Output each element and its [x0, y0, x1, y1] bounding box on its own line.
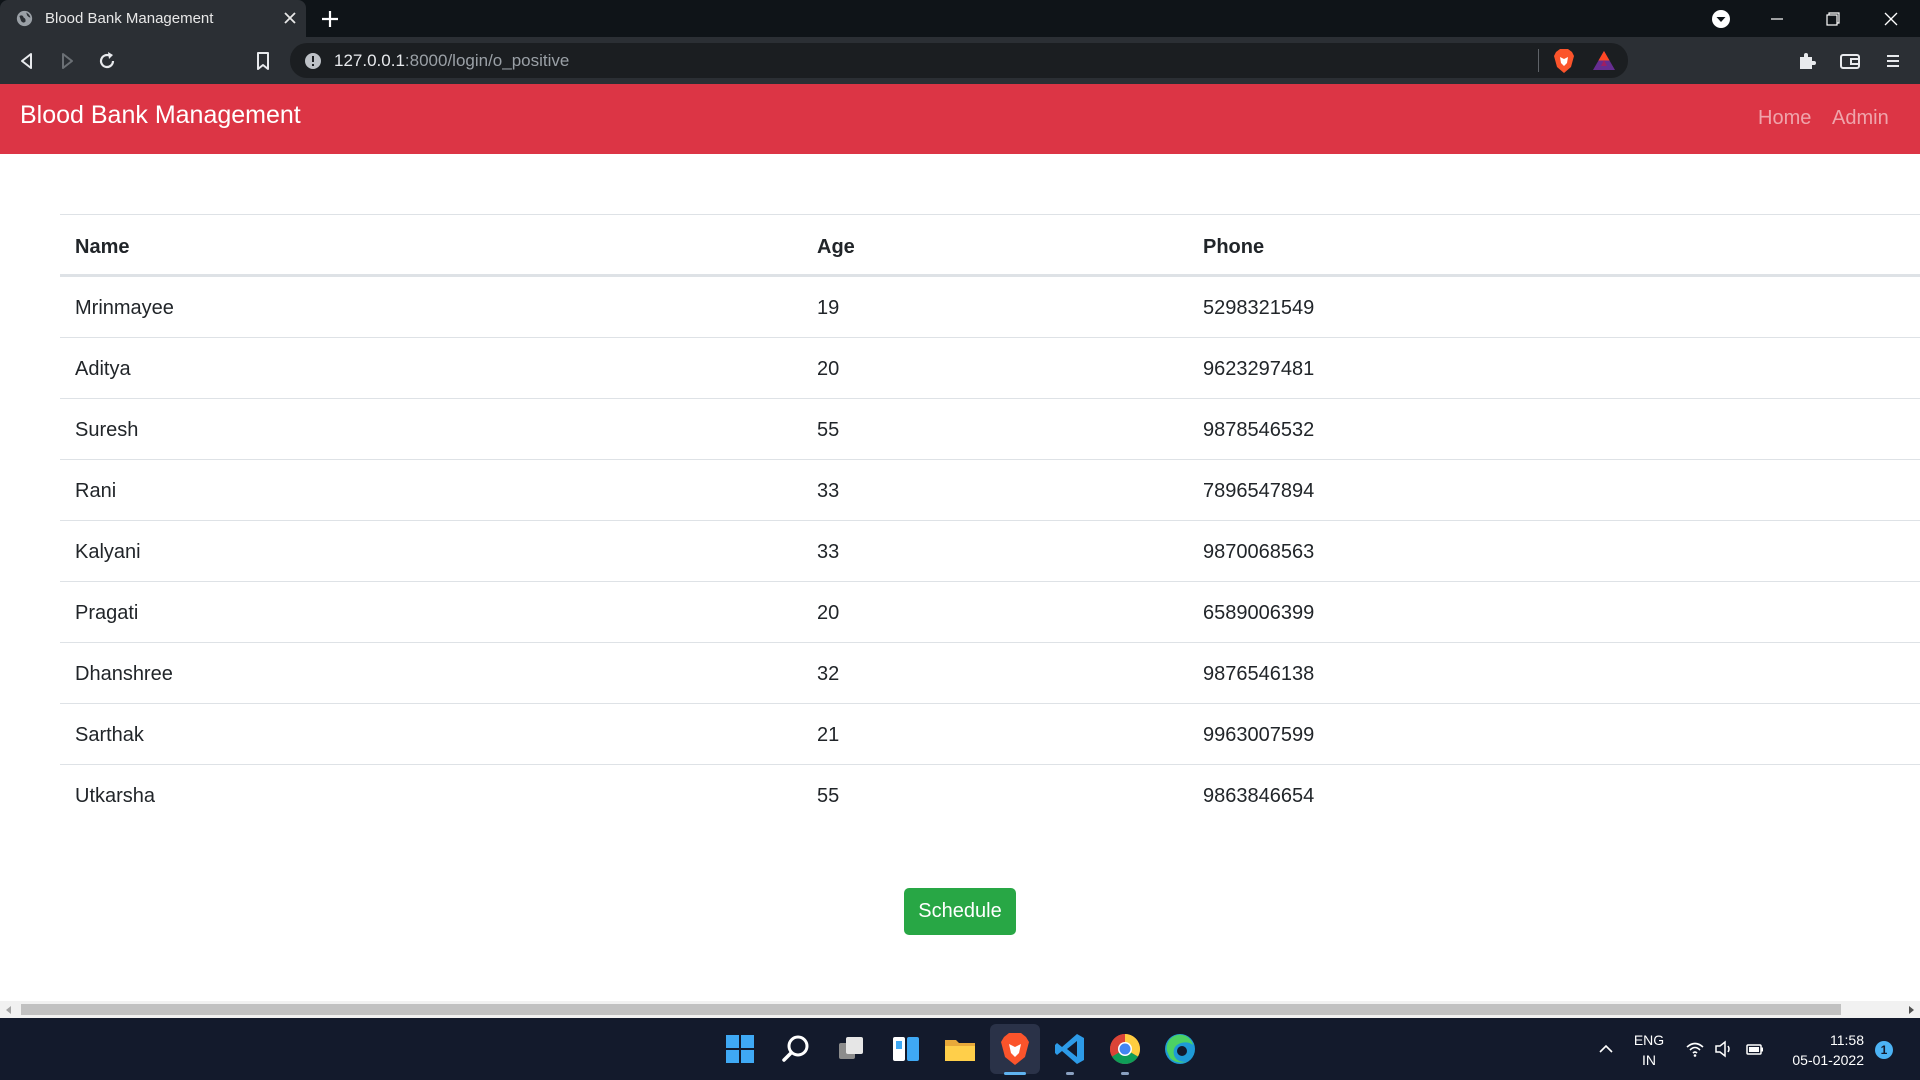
cell-name: Suresh: [75, 419, 139, 441]
bookmark-icon[interactable]: [250, 48, 276, 74]
cell-age: 33: [817, 480, 840, 502]
wallet-icon[interactable]: [1837, 48, 1863, 74]
restore-icon[interactable]: [1820, 6, 1846, 32]
task-view-icon[interactable]: [833, 1031, 869, 1067]
cell-age: 55: [817, 785, 840, 807]
cell-name: Kalyani: [75, 541, 141, 563]
brave-shields-icon[interactable]: [1552, 48, 1576, 74]
nav-link-admin[interactable]: Admin: [1832, 107, 1889, 130]
extensions-icon[interactable]: [1794, 48, 1820, 74]
table-row: Utkarsha 55 9863846654: [60, 764, 1920, 825]
browser-toolbar: 127.0.0.1:8000/login/o_positive: [0, 37, 1920, 84]
cell-name: Mrinmayee: [75, 297, 174, 319]
back-icon[interactable]: [14, 48, 40, 74]
table-row: Kalyani 33 9870068563: [60, 520, 1920, 581]
address-bar-divider: [1538, 49, 1539, 72]
table-header-row: Name Age Phone: [60, 214, 1920, 276]
cell-phone: 5298321549: [1203, 297, 1315, 319]
cell-phone: 9870068563: [1203, 541, 1315, 563]
language-region[interactable]: IN: [1630, 1052, 1668, 1068]
cell-age: 32: [817, 663, 840, 685]
brave-active-indicator: [1004, 1072, 1026, 1075]
close-tab-icon[interactable]: [280, 8, 300, 28]
table-row: Sarthak 21 9963007599: [60, 703, 1920, 764]
cell-name: Sarthak: [75, 724, 144, 746]
site-info-icon[interactable]: [304, 52, 322, 70]
clock-date[interactable]: 05-01-2022: [1772, 1052, 1864, 1068]
cell-age: 20: [817, 602, 840, 624]
vscode-icon[interactable]: [1052, 1031, 1088, 1067]
table-row: Mrinmayee 19 5298321549: [60, 276, 1920, 337]
wifi-icon[interactable]: [1685, 1039, 1705, 1059]
table-row: Dhanshree 32 9876546138: [60, 642, 1920, 703]
chrome-open-indicator: [1121, 1072, 1129, 1075]
start-icon[interactable]: [722, 1031, 758, 1067]
scrollbar-thumb[interactable]: [21, 1004, 1841, 1015]
file-explorer-icon[interactable]: [942, 1031, 978, 1067]
close-window-icon[interactable]: [1878, 6, 1904, 32]
clock-time[interactable]: 11:58: [1772, 1032, 1864, 1048]
taskbar: ENG IN 11:58 05-01-2022 1: [0, 1018, 1920, 1080]
battery-icon[interactable]: [1745, 1039, 1765, 1059]
vscode-open-indicator: [1066, 1072, 1074, 1075]
address-bar[interactable]: 127.0.0.1:8000/login/o_positive: [290, 43, 1628, 78]
table-row: Pragati 20 6589006399: [60, 581, 1920, 642]
edge-icon[interactable]: [1162, 1031, 1198, 1067]
tab-title: Blood Bank Management: [45, 10, 214, 27]
cell-name: Pragati: [75, 602, 139, 624]
cell-phone: 9963007599: [1203, 724, 1315, 746]
cell-name: Rani: [75, 480, 117, 502]
cell-phone: 9863846654: [1203, 785, 1315, 807]
cell-name: Utkarsha: [75, 785, 156, 807]
brave-browser-icon[interactable]: [997, 1031, 1033, 1067]
search-icon[interactable]: [778, 1031, 814, 1067]
table-row: Aditya 20 9623297481: [60, 337, 1920, 398]
reload-icon[interactable]: [94, 48, 120, 74]
cell-phone: 9876546138: [1203, 663, 1315, 685]
scroll-right-icon[interactable]: [1906, 1005, 1916, 1015]
brave-rewards-icon[interactable]: [1592, 49, 1616, 73]
cell-name: Dhanshree: [75, 663, 173, 685]
cell-age: 55: [817, 419, 840, 441]
cell-age: 33: [817, 541, 840, 563]
volume-icon[interactable]: [1714, 1039, 1734, 1059]
cell-name: Aditya: [75, 358, 131, 380]
table-row: Suresh 55 9878546532: [60, 398, 1920, 459]
forward-icon[interactable]: [54, 48, 80, 74]
cell-phone: 6589006399: [1203, 602, 1315, 624]
url-text: 127.0.0.1:8000/login/o_positive: [334, 51, 569, 71]
globe-icon: [16, 10, 33, 27]
scroll-left-icon[interactable]: [4, 1005, 14, 1015]
horizontal-scrollbar[interactable]: [0, 1001, 1920, 1018]
cell-phone: 9623297481: [1203, 358, 1315, 380]
web-page: Blood Bank Management Home Admin Name Ag…: [0, 84, 1920, 1001]
new-tab-icon[interactable]: [318, 7, 342, 31]
url-path: :8000/login/o_positive: [404, 51, 570, 70]
navbar-brand[interactable]: Blood Bank Management: [20, 101, 301, 130]
cell-phone: 7896547894: [1203, 480, 1315, 502]
table-row: Rani 33 7896547894: [60, 459, 1920, 520]
language-code[interactable]: ENG: [1630, 1032, 1668, 1048]
chevron-up-icon[interactable]: [1596, 1039, 1616, 1059]
cell-age: 21: [817, 724, 840, 746]
column-header-phone: Phone: [1203, 236, 1265, 258]
chrome-icon[interactable]: [1107, 1031, 1143, 1067]
column-header-age: Age: [817, 236, 855, 258]
browser-tab-bar: Blood Bank Management: [0, 0, 1920, 37]
cell-phone: 9878546532: [1203, 419, 1315, 441]
schedule-button[interactable]: Schedule: [904, 888, 1016, 935]
cell-age: 20: [817, 358, 840, 380]
tab-search-icon[interactable]: [1710, 8, 1732, 30]
widgets-icon[interactable]: [888, 1031, 924, 1067]
minimize-icon[interactable]: [1764, 6, 1790, 32]
notification-badge[interactable]: 1: [1875, 1041, 1893, 1059]
url-host: 127.0.0.1: [334, 51, 405, 70]
cell-age: 19: [817, 297, 840, 319]
browser-tab[interactable]: Blood Bank Management: [0, 0, 306, 37]
nav-link-home[interactable]: Home: [1758, 107, 1811, 130]
navbar: Blood Bank Management Home Admin: [0, 84, 1920, 154]
column-header-name: Name: [75, 236, 130, 258]
menu-icon[interactable]: [1880, 48, 1906, 74]
